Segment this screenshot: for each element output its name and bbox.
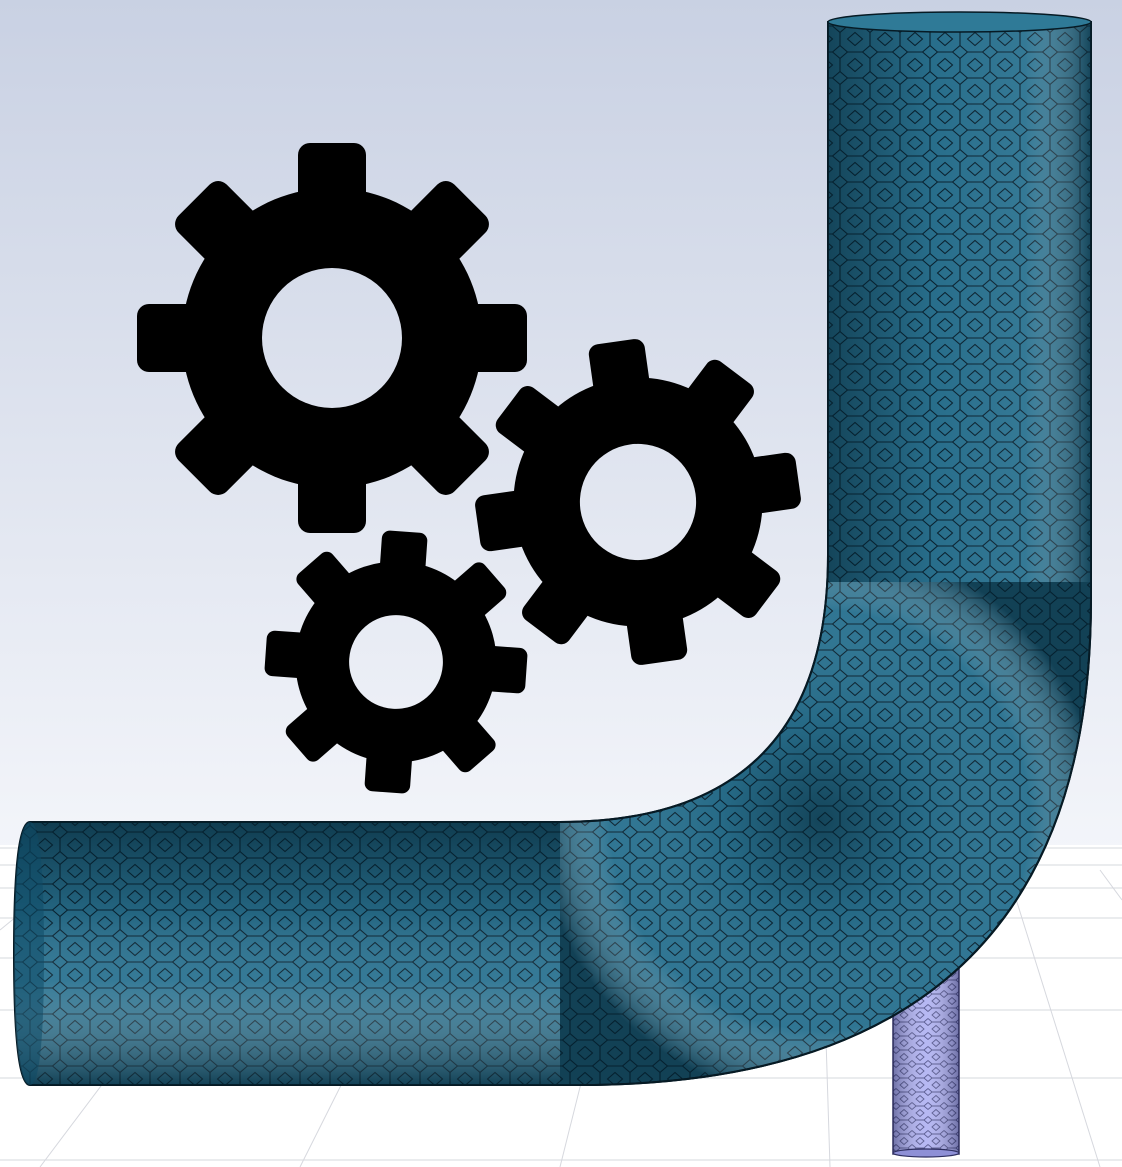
pipe-outlet-cap	[827, 11, 1092, 33]
mesh-viewport[interactable]	[0, 0, 1122, 1167]
gear-large-icon	[137, 143, 527, 533]
